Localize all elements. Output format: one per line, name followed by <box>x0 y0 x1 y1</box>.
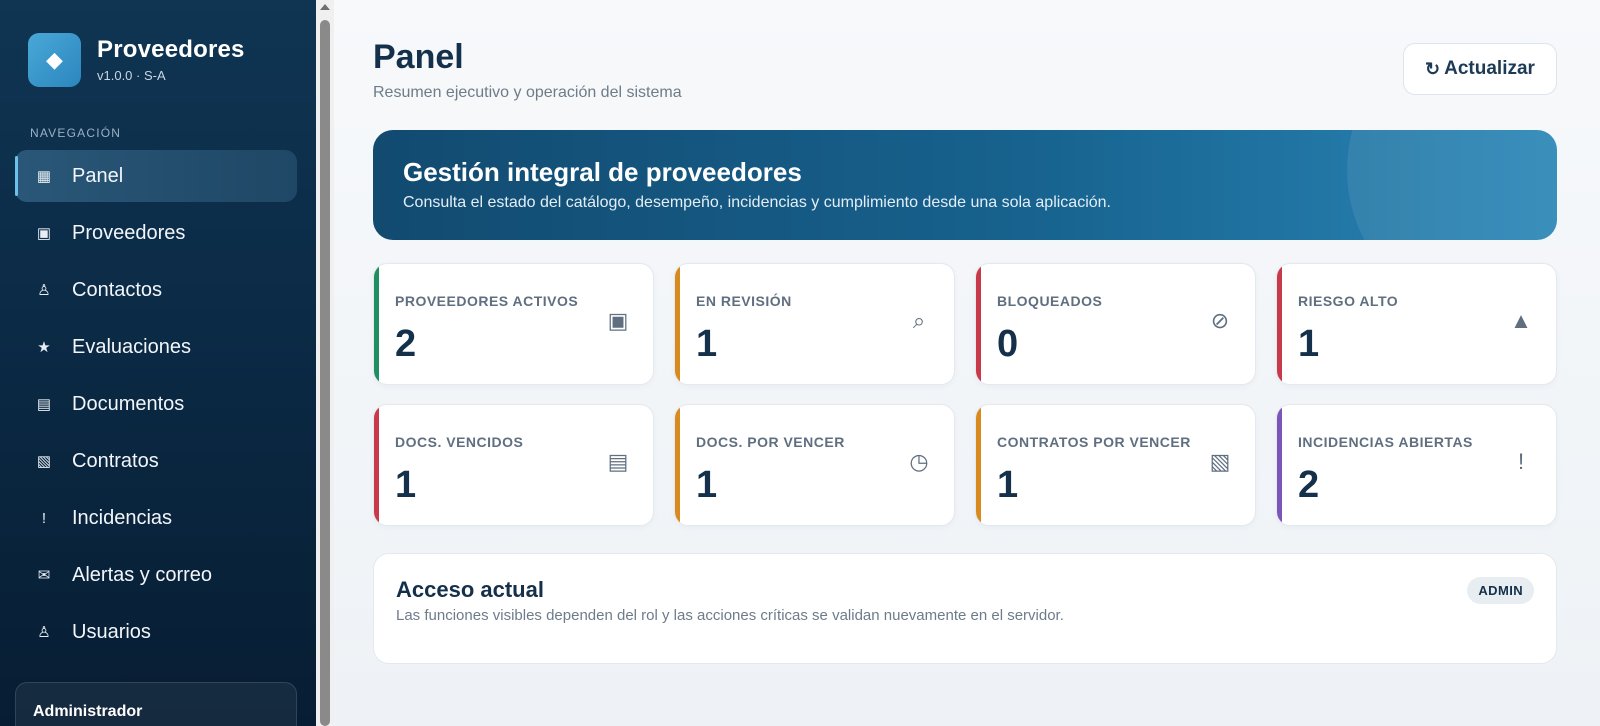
card-value: 1 <box>395 464 417 506</box>
brand-version: v1.0.0 · S-A <box>97 67 166 83</box>
sidebar-item-contratos[interactable]: ▧ Contratos <box>15 435 297 487</box>
page-title: Panel <box>373 38 464 76</box>
stat-card[interactable]: EN REVISIÓN 1 ⌕ <box>674 263 955 385</box>
card-value: 1 <box>1298 323 1320 365</box>
card-accent-bar <box>374 264 379 384</box>
sidebar-item-evaluaciones[interactable]: ★ Evaluaciones <box>15 321 297 373</box>
page-subtitle: Resumen ejecutivo y operación del sistem… <box>373 84 682 101</box>
stat-card[interactable]: DOCS. VENCIDOS 1 ▤ <box>373 404 654 526</box>
scrollbar[interactable] <box>316 0 334 726</box>
clock-icon: ◷ <box>909 449 929 474</box>
hero-text: Consulta el estado del catálogo, desempe… <box>403 194 1111 211</box>
card-label: BLOQUEADOS <box>997 293 1103 309</box>
grid-icon: ▦ <box>36 168 52 185</box>
contract-icon: ▧ <box>1209 449 1231 474</box>
mail-icon: ✉ <box>37 567 51 584</box>
card-value: 1 <box>997 464 1019 506</box>
card-label: RIESGO ALTO <box>1298 293 1399 309</box>
card-value: 2 <box>395 323 417 365</box>
sidebar-item-label: Documentos <box>72 392 185 415</box>
card-accent-bar <box>1277 264 1282 384</box>
card-label: DOCS. VENCIDOS <box>395 434 524 450</box>
card-accent-bar <box>1277 405 1282 525</box>
card-value: 2 <box>1298 464 1320 506</box>
nav-caption: NAVEGACIÓN <box>30 126 122 140</box>
brand[interactable]: ◆ Proveedores v1.0.0 · S-A <box>28 33 245 87</box>
sidebar-item-usuarios[interactable]: ♙ Usuarios <box>15 606 297 658</box>
card-label: PROVEEDORES ACTIVOS <box>395 293 579 309</box>
sidebar-item-label: Contactos <box>72 278 163 301</box>
scroll-thumb[interactable] <box>320 20 330 726</box>
star-icon: ★ <box>37 339 51 356</box>
sidebar: ◆ Proveedores v1.0.0 · S-A NAVEGACIÓN ▦ P… <box>0 0 316 726</box>
card-accent-bar <box>675 264 680 384</box>
contract-icon: ▧ <box>36 453 52 470</box>
card-label: EN REVISIÓN <box>696 293 792 309</box>
card-value: 0 <box>997 323 1019 365</box>
card-label: DOCS. POR VENCER <box>696 434 845 450</box>
document-icon: ▤ <box>607 449 629 474</box>
person-icon: ♙ <box>37 282 51 299</box>
alert-icon: ! <box>41 509 47 527</box>
sidebar-item-incidencias[interactable]: ! Incidencias <box>15 492 297 544</box>
access-text: Las funciones visibles dependen del rol … <box>396 607 1064 624</box>
stat-card[interactable]: CONTRATOS POR VENCER 1 ▧ <box>975 404 1256 526</box>
main-content: Panel Resumen ejecutivo y operación del … <box>334 0 1600 726</box>
access-title: Acceso actual <box>396 577 544 602</box>
sidebar-item-label: Contratos <box>72 449 159 472</box>
sidebar-nav: ▦ Panel ▣ Proveedores ♙ Contactos ★ Evaluacione… <box>15 150 297 663</box>
alert-icon: ! <box>1517 449 1525 474</box>
warning-icon: ▲ <box>1510 308 1532 333</box>
stat-cards: PROVEEDORES ACTIVOS 2 ▣ EN REVISIÓN 1 ⌕ BLOQUE… <box>373 263 1557 526</box>
sidebar-item-alertas-y-correo[interactable]: ✉ Alertas y correo <box>15 549 297 601</box>
sidebar-item-label: Proveedores <box>72 221 186 244</box>
user-icon: ♙ <box>37 624 51 641</box>
card-value: 1 <box>696 323 718 365</box>
hero-decoration <box>1347 130 1557 240</box>
sidebar-item-label: Usuarios <box>72 620 151 643</box>
card-label: CONTRATOS POR VENCER <box>997 434 1191 450</box>
refresh-icon: ↻ <box>1425 58 1441 79</box>
stat-card[interactable]: BLOQUEADOS 0 ⊘ <box>975 263 1256 385</box>
role-badge: ADMIN <box>1467 577 1534 604</box>
stat-card[interactable]: INCIDENCIAS ABIERTAS 2! <box>1276 404 1557 526</box>
supplier-icon: ▣ <box>607 308 629 333</box>
user-name: Administrador <box>33 703 143 720</box>
card-value: 1 <box>696 464 718 506</box>
refresh-label: Actualizar <box>1444 58 1535 79</box>
sidebar-item-label: Panel <box>72 164 124 187</box>
sidebar-item-label: Incidencias <box>72 506 173 529</box>
document-icon: ▤ <box>36 396 52 413</box>
card-accent-bar <box>976 405 981 525</box>
user-card[interactable]: Administrador <box>15 682 297 726</box>
card-label: INCIDENCIAS ABIERTAS <box>1298 434 1473 450</box>
stat-card[interactable]: DOCS. POR VENCER 1 ◷ <box>674 404 955 526</box>
box-icon: ▣ <box>36 225 52 242</box>
sidebar-item-label: Evaluaciones <box>72 335 191 358</box>
refresh-button[interactable]: ↻ Actualizar <box>1403 43 1557 95</box>
stat-card[interactable]: RIESGO ALTO 1 ▲ <box>1276 263 1557 385</box>
access-panel: Acceso actual Las funciones visibles dep… <box>373 553 1557 664</box>
sidebar-item-contactos[interactable]: ♙ Contactos <box>15 264 297 316</box>
sidebar-item-panel[interactable]: ▦ Panel <box>15 150 297 202</box>
logo-icon: ◆ <box>28 33 81 87</box>
brand-title: Proveedores <box>97 36 245 64</box>
hero-banner: Gestión integral de proveedores Consulta… <box>373 130 1557 240</box>
card-accent-bar <box>976 264 981 384</box>
sidebar-item-documentos[interactable]: ▤ Documentos <box>15 378 297 430</box>
scroll-up-icon[interactable] <box>320 4 330 10</box>
card-accent-bar <box>675 405 680 525</box>
hero-title: Gestión integral de proveedores <box>403 157 802 187</box>
stat-card[interactable]: PROVEEDORES ACTIVOS 2 ▣ <box>373 263 654 385</box>
search-icon: ⌕ <box>912 308 926 333</box>
blocked-icon: ⊘ <box>1210 308 1230 333</box>
card-accent-bar <box>374 405 379 525</box>
sidebar-item-proveedores[interactable]: ▣ Proveedores <box>15 207 297 259</box>
sidebar-item-label: Alertas y correo <box>72 563 213 586</box>
